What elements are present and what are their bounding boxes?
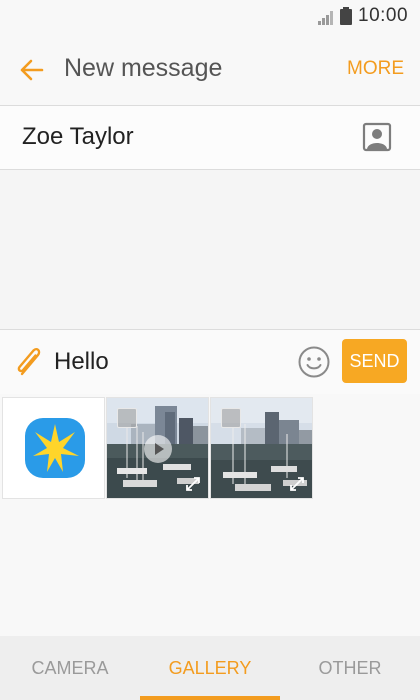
gallery-grid <box>0 394 420 636</box>
tab-other[interactable]: OTHER <box>280 636 420 700</box>
message-input[interactable]: Hello <box>54 342 290 382</box>
expand-icon[interactable] <box>185 476 201 492</box>
play-icon[interactable] <box>144 435 172 463</box>
select-checkbox-icon[interactable] <box>221 408 241 428</box>
contact-card-icon[interactable] <box>362 122 392 152</box>
signal-icon <box>318 11 333 25</box>
tab-active-indicator <box>140 696 280 700</box>
arrow-left-icon[interactable] <box>16 54 48 86</box>
gallery-video-thumbnail[interactable] <box>106 397 209 499</box>
compose-bar: Hello SEND <box>0 330 420 394</box>
battery-icon <box>340 7 352 25</box>
paperclip-icon[interactable] <box>14 344 46 380</box>
more-button[interactable]: MORE <box>347 58 404 80</box>
gallery-app-icon <box>25 418 85 478</box>
recipient-row[interactable]: Zoe Taylor <box>0 106 420 170</box>
smiley-icon[interactable] <box>298 346 330 378</box>
page-title: New message <box>64 54 223 82</box>
gallery-app-tile[interactable] <box>2 397 105 499</box>
expand-icon[interactable] <box>289 476 305 492</box>
attachment-tab-bar: CAMERA GALLERY OTHER <box>0 636 420 700</box>
tab-gallery[interactable]: GALLERY <box>140 636 280 700</box>
status-bar: 10:00 <box>0 0 420 34</box>
action-bar: New message MORE <box>0 34 420 106</box>
tab-camera[interactable]: CAMERA <box>0 636 140 700</box>
status-time: 10:00 <box>358 5 409 26</box>
send-button[interactable]: SEND <box>342 339 407 383</box>
gallery-photo-thumbnail[interactable] <box>210 397 313 499</box>
select-checkbox-icon[interactable] <box>117 408 137 428</box>
conversation-area <box>0 170 420 330</box>
recipient-name[interactable]: Zoe Taylor <box>22 123 134 151</box>
